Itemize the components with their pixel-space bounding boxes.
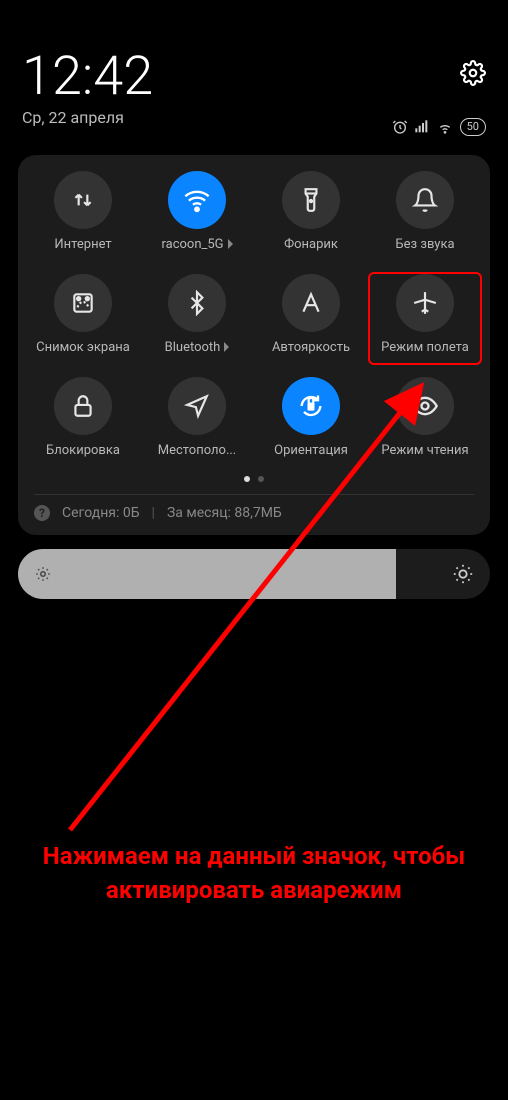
brightness-low-icon	[34, 565, 52, 583]
tile-airplane[interactable]: Режим полета	[368, 272, 482, 365]
tile-screenshot[interactable]: Снимок экрана	[28, 274, 138, 363]
tile-label: Автояркость	[272, 340, 350, 355]
tile-label: Местополо...	[158, 443, 236, 458]
tile-reading[interactable]: Режим чтения	[370, 377, 480, 466]
annotation-line: активировать авиарежим	[20, 874, 488, 908]
separator: |	[152, 505, 155, 521]
tile-torch[interactable]: Фонарик	[256, 171, 366, 260]
data-arrows-icon	[54, 171, 112, 229]
tile-bluetooth[interactable]: Bluetooth	[142, 274, 252, 363]
usage-month: За месяц: 88,7МБ	[167, 505, 282, 521]
alarm-icon	[392, 119, 408, 135]
flashlight-icon	[282, 171, 340, 229]
tile-location[interactable]: Местополо...	[142, 377, 252, 466]
brightness-slider[interactable]	[18, 549, 490, 599]
settings-gear-icon[interactable]	[460, 60, 486, 86]
tile-label: Без звука	[395, 237, 454, 252]
brightness-high-icon	[452, 563, 474, 585]
tile-label: Режим чтения	[381, 443, 468, 458]
battery-pill: 50	[460, 118, 486, 136]
tile-label: Интернет	[54, 237, 111, 252]
status-tray: 50	[392, 118, 486, 136]
tile-orientation[interactable]: Ориентация	[256, 377, 366, 466]
bluetooth-icon	[168, 274, 226, 332]
tile-silent[interactable]: Без звука	[370, 171, 480, 260]
pager-dots[interactable]	[28, 476, 480, 482]
tile-label: Ориентация	[274, 443, 348, 458]
tile-label: racoon_5G	[161, 237, 232, 252]
bell-icon	[396, 171, 454, 229]
airplane-icon	[396, 274, 454, 332]
info-icon: ?	[34, 505, 50, 521]
tile-internet[interactable]: Интернет	[28, 171, 138, 260]
tile-label: Фонарик	[284, 237, 338, 252]
signal-icon	[414, 119, 430, 135]
tile-lock[interactable]: Блокировка	[28, 377, 138, 466]
tile-autobrightness[interactable]: Автояркость	[256, 274, 366, 363]
rotation-lock-icon	[282, 377, 340, 435]
eye-icon	[396, 377, 454, 435]
lock-icon	[54, 377, 112, 435]
pager-dot	[244, 476, 250, 482]
letter-a-icon	[282, 274, 340, 332]
brightness-track	[18, 549, 396, 599]
tile-wifi[interactable]: racoon_5G	[142, 171, 252, 260]
quick-settings-panel: Интернет racoon_5G Фонарик Без звука	[18, 155, 490, 535]
wifi-status-icon	[436, 119, 454, 135]
tile-label: Bluetooth	[165, 340, 230, 355]
data-usage-row[interactable]: ? Сегодня: 0Б | За месяц: 88,7МБ	[34, 494, 474, 521]
date: Ср, 22 апреля	[22, 108, 153, 127]
tile-label: Режим полета	[381, 340, 469, 355]
annotation-line: Нажимаем на данный значок, чтобы	[20, 840, 488, 874]
usage-today: Сегодня: 0Б	[62, 505, 140, 521]
status-header: 12:42 Ср, 22 апреля	[0, 0, 508, 127]
annotation-text: Нажимаем на данный значок, чтобы активир…	[0, 840, 508, 907]
tile-label: Блокировка	[46, 443, 120, 458]
clock: 12:42	[22, 50, 153, 104]
pager-dot	[258, 476, 264, 482]
tile-label: Снимок экрана	[36, 340, 130, 355]
wifi-icon	[168, 171, 226, 229]
screenshot-icon	[54, 274, 112, 332]
location-arrow-icon	[168, 377, 226, 435]
